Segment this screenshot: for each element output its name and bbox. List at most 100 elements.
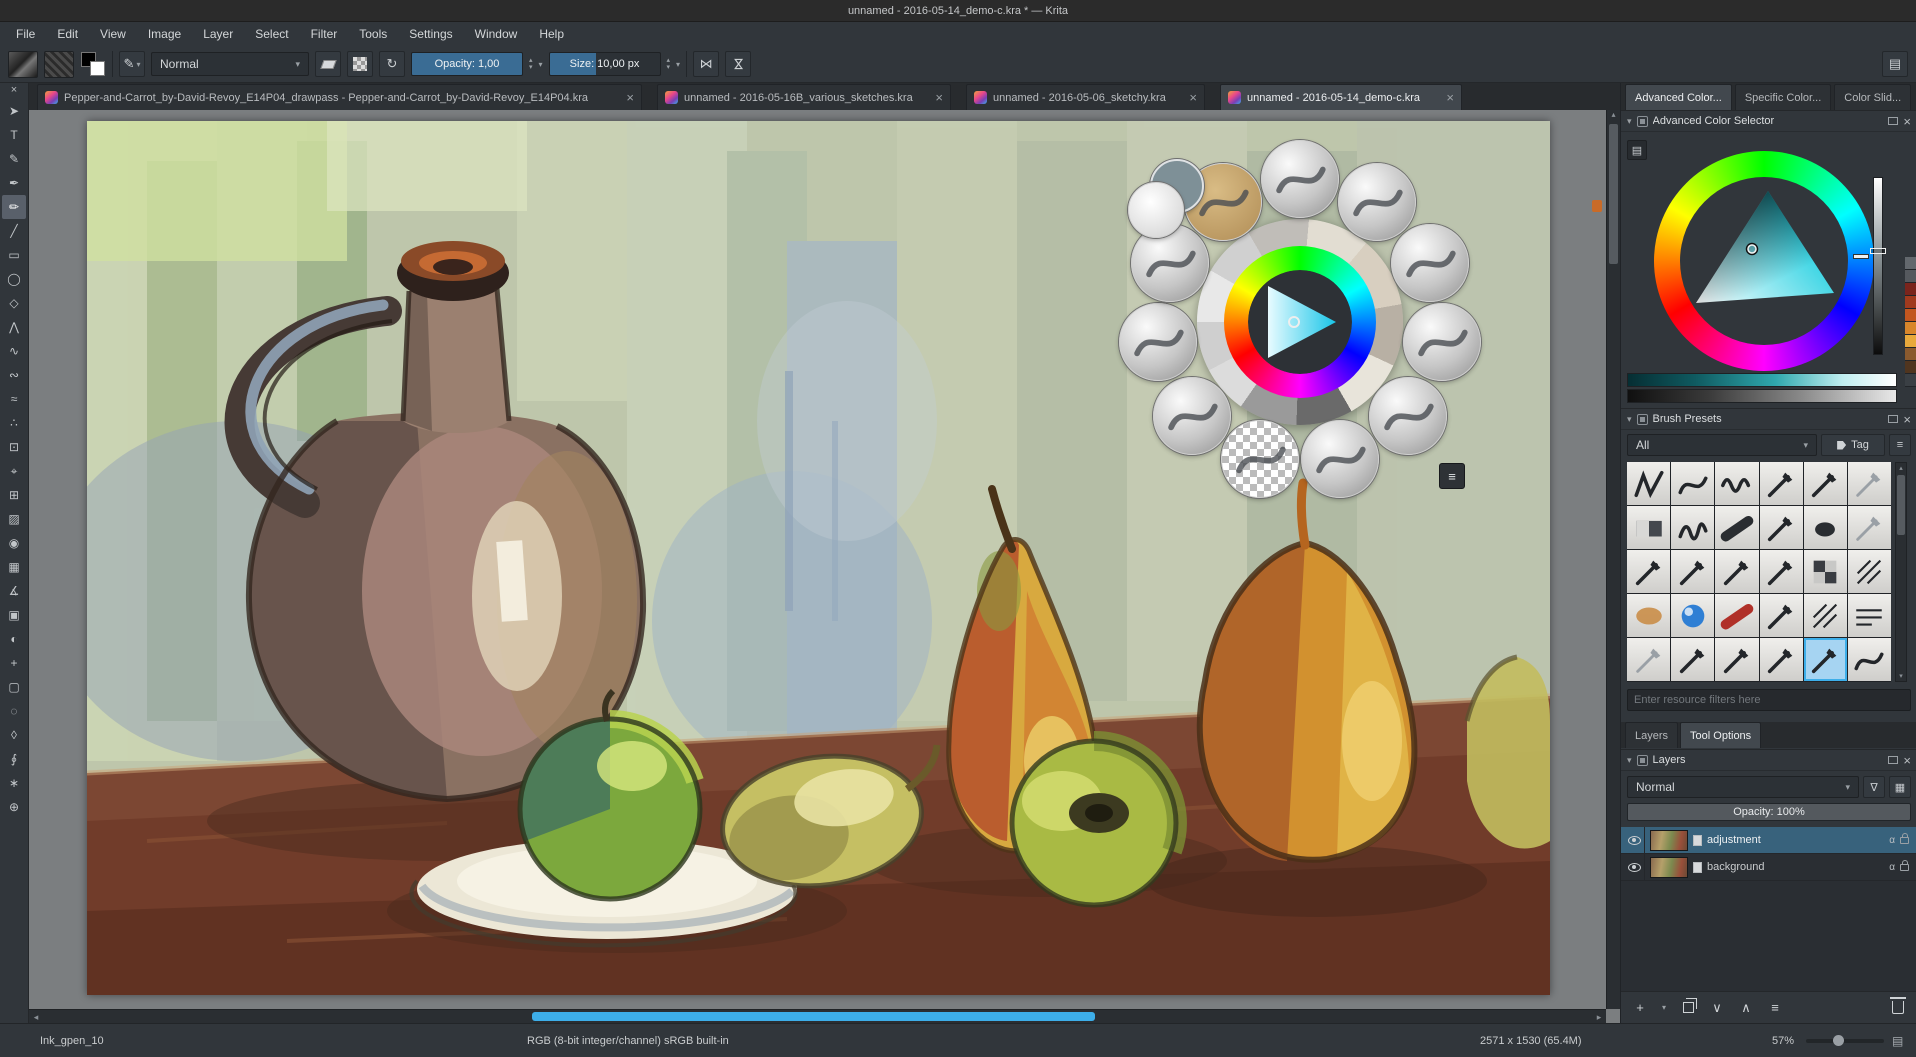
float-docker-icon[interactable] [1888, 756, 1898, 764]
brush-preset-thumbnail[interactable] [1804, 550, 1847, 593]
move-tool[interactable]: ⌖ [2, 459, 26, 483]
rectangle-tool[interactable]: ▭ [2, 243, 26, 267]
brush-preset-thumbnail[interactable] [1848, 638, 1891, 681]
vertical-scroll-thumb[interactable] [1609, 124, 1618, 264]
measure-tool[interactable]: ∡ [2, 579, 26, 603]
fill-tool[interactable]: ▣ [2, 603, 26, 627]
brush-preset-thumbnail[interactable] [1671, 594, 1714, 637]
value-slider[interactable] [1873, 177, 1883, 355]
palette-brush-preset[interactable] [1301, 420, 1379, 498]
scroll-left-icon[interactable]: ◂ [29, 1010, 43, 1023]
foreground-background-colors[interactable] [80, 51, 106, 77]
layer-row[interactable]: adjustmentα [1621, 827, 1916, 854]
scroll-right-icon[interactable]: ▸ [1592, 1010, 1606, 1023]
vertical-scrollbar[interactable]: ▴ [1606, 110, 1620, 1009]
palette-brush-preset[interactable] [1221, 420, 1299, 498]
calligraphy-tool[interactable]: ✒ [2, 171, 26, 195]
layer-filter-button[interactable]: ∇ [1863, 776, 1885, 798]
panel-tab-tool-options[interactable]: Tool Options [1680, 722, 1761, 748]
color-swatch[interactable] [1905, 296, 1916, 309]
assistants-tool[interactable]: + [2, 651, 26, 675]
scroll-up-icon[interactable]: ▴ [1611, 110, 1615, 119]
horizontal-scroll-thumb[interactable] [532, 1012, 1095, 1021]
pattern-chooser-button[interactable] [44, 51, 74, 78]
resource-options-button[interactable]: ≡ [1889, 434, 1911, 456]
brush-preset-thumbnail[interactable] [1848, 594, 1891, 637]
color-swatch[interactable] [1905, 257, 1916, 270]
bezier-curve-tool[interactable]: ∿ [2, 339, 26, 363]
brush-preset-thumbnail[interactable] [1671, 506, 1714, 549]
gradient-chooser-button[interactable] [8, 51, 38, 78]
spin-up-icon[interactable]: ▴ [529, 57, 533, 64]
layer-opacity-slider[interactable]: Opacity: 100% [1627, 803, 1911, 821]
add-layer-button[interactable]: + [1629, 997, 1651, 1019]
reload-preset-button[interactable]: ↻ [379, 51, 405, 77]
close-icon[interactable]: × [1446, 90, 1454, 105]
dock-tab[interactable]: Color Slid... [1834, 84, 1911, 110]
dock-tab[interactable]: Advanced Color... [1625, 84, 1732, 110]
menu-file[interactable]: File [6, 25, 45, 43]
line-tool[interactable]: ╱ [2, 219, 26, 243]
freehand-brush-tool[interactable]: ✏ [2, 195, 26, 219]
layer-row[interactable]: backgroundα [1621, 854, 1916, 881]
duplicate-layer-button[interactable] [1677, 997, 1699, 1019]
gradient-tool[interactable]: ▨ [2, 507, 26, 531]
popup-palette[interactable]: ≡ [1114, 136, 1486, 508]
color-swatch[interactable] [1905, 335, 1916, 348]
float-docker-icon[interactable] [1888, 415, 1898, 423]
document-tab[interactable]: unnamed - 2016-05-06_sketchy.kra× [966, 84, 1205, 110]
scroll-up-icon[interactable]: ▴ [1899, 464, 1903, 472]
dynamic-brush-tool[interactable]: ≈ [2, 387, 26, 411]
close-icon[interactable]: × [935, 90, 943, 105]
color-sampler-tool[interactable]: ◉ [2, 531, 26, 555]
color-swatch[interactable] [1905, 361, 1916, 374]
size-spin-arrows[interactable]: ▴▾ [667, 57, 671, 71]
edit-shapes-tool[interactable]: ✎ [2, 147, 26, 171]
zoom-slider-handle[interactable] [1833, 1035, 1844, 1046]
tag-button[interactable]: Tag [1821, 434, 1885, 456]
brush-preset-thumbnail[interactable] [1848, 506, 1891, 549]
opacity-slider[interactable]: Opacity: 1,00 [411, 52, 523, 76]
menu-window[interactable]: Window [465, 25, 528, 43]
background-color-swatch[interactable] [90, 61, 105, 76]
horizontal-scrollbar[interactable]: ◂ ▸ [29, 1009, 1606, 1023]
polygonal-select-tool[interactable]: ◊ [2, 723, 26, 747]
palette-settings-button[interactable]: ≡ [1439, 463, 1465, 489]
palette-brush-preset[interactable] [1119, 303, 1197, 381]
workspace-chooser-button[interactable]: ▤ [1882, 51, 1908, 77]
add-layer-dropdown-icon[interactable]: ▾ [1658, 997, 1670, 1019]
brush-preset-thumbnail[interactable] [1715, 506, 1758, 549]
menu-filter[interactable]: Filter [301, 25, 348, 43]
menu-view[interactable]: View [90, 25, 136, 43]
pattern-tool[interactable]: ▦ [2, 555, 26, 579]
layer-properties-button[interactable]: ≡ [1764, 997, 1786, 1019]
visibility-toggle[interactable] [1625, 854, 1645, 880]
spin-down-icon[interactable]: ▾ [667, 64, 671, 71]
smart-patch-tool[interactable]: ◐ [2, 627, 26, 651]
color-swatch[interactable] [1905, 270, 1916, 283]
brush-preset-thumbnail[interactable] [1715, 550, 1758, 593]
brush-presets-header[interactable]: ▾ Brush Presets × [1621, 408, 1916, 430]
freehand-select-tool[interactable]: ∮ [2, 747, 26, 771]
close-icon[interactable]: × [626, 90, 634, 105]
brush-preset-thumbnail[interactable] [1671, 550, 1714, 593]
shape-select-tool[interactable]: ➤ [2, 99, 26, 123]
value-slider-handle[interactable] [1870, 248, 1886, 254]
mirror-vertical-button[interactable]: ⋈ [725, 51, 751, 77]
menu-select[interactable]: Select [245, 25, 298, 43]
chevron-down-icon[interactable]: ▾ [1627, 755, 1632, 766]
size-dropdown-arrow[interactable]: ▾ [676, 60, 680, 69]
menu-tools[interactable]: Tools [349, 25, 397, 43]
freehand-path-tool[interactable]: ∾ [2, 363, 26, 387]
advanced-color-selector-header[interactable]: ▾ Advanced Color Selector × [1621, 110, 1916, 132]
opacity-dropdown-arrow[interactable]: ▾ [539, 60, 543, 69]
document-tab[interactable]: unnamed - 2016-05-16B_various_sketches.k… [657, 84, 951, 110]
color-swatch[interactable] [1905, 322, 1916, 335]
mirror-horizontal-button[interactable]: ⋈ [693, 51, 719, 77]
eraser-mode-button[interactable] [315, 51, 341, 77]
brush-preset-thumbnail[interactable] [1671, 638, 1714, 681]
similar-select-tool[interactable]: ∗ [2, 771, 26, 795]
polyline-tool[interactable]: ⋀ [2, 315, 26, 339]
blending-mode-combo[interactable]: Normal▾ [151, 52, 309, 76]
tag-filter-combo[interactable]: All▾ [1627, 434, 1817, 456]
